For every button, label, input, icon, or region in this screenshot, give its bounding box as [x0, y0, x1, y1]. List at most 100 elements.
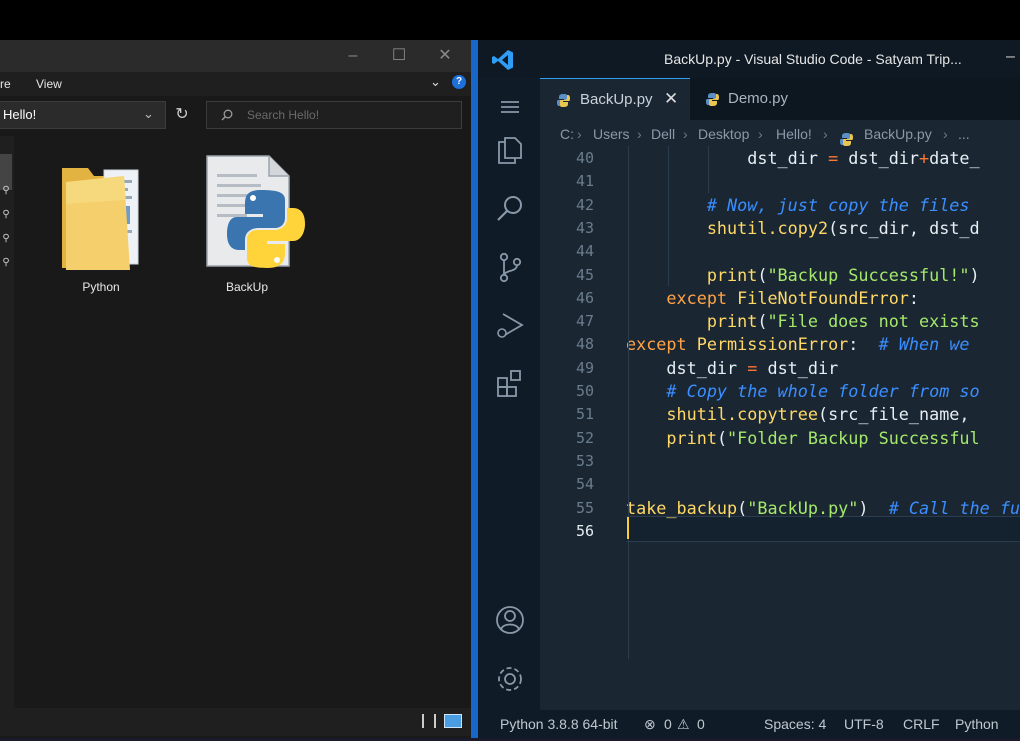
indent-guide	[668, 146, 669, 286]
large-icons-view-icon[interactable]	[444, 714, 462, 728]
chevron-right-icon: ›	[577, 126, 582, 142]
breadcrumb-item[interactable]: ...	[958, 120, 970, 148]
menu-icon[interactable]	[493, 90, 527, 124]
minimize-button[interactable]: –	[1006, 48, 1015, 66]
code-token: (src_dir, dst_d	[828, 217, 980, 238]
file-label: BackUp	[225, 280, 269, 294]
breadcrumb-item[interactable]: Hello!	[776, 120, 812, 148]
code-token: (	[757, 264, 768, 285]
search-icon[interactable]	[493, 192, 527, 226]
close-tab-icon[interactable]: ✕	[664, 78, 678, 120]
search-input[interactable]: Search Hello!	[206, 101, 462, 129]
warning-icon: ⚠	[677, 716, 690, 732]
explorer-address-row: Hello! ⌄ ↻ Search Hello!	[0, 96, 471, 136]
code-token: (src_file_name,	[817, 404, 970, 425]
status-interpreter[interactable]: Python 3.8.8 64-bit	[500, 710, 618, 738]
line-number: 55	[575, 498, 594, 517]
code-line[interactable]: except PermissionError: # When we	[626, 333, 970, 356]
activity-bar	[478, 78, 540, 710]
status-warnings[interactable]: 0	[697, 710, 705, 738]
code-line[interactable]: shutil.copytree(src_file_name,	[626, 403, 970, 426]
details-view-icon[interactable]	[422, 714, 436, 728]
code-token: dst_dir	[626, 357, 748, 378]
account-icon[interactable]	[493, 603, 527, 637]
chevron-right-icon: ›	[823, 126, 828, 142]
extensions-icon[interactable]	[493, 366, 527, 400]
minimize-button[interactable]: –	[330, 40, 376, 72]
python-file-icon	[206, 155, 305, 268]
chevron-down-icon[interactable]: ⌄	[430, 74, 441, 90]
tab-label: BackUp.py	[580, 91, 653, 108]
file-item-backup-py[interactable]: BackUp	[197, 155, 305, 296]
code-line[interactable]: take_backup("BackUp.py") # Call the fu	[626, 497, 1020, 520]
line-number: 56	[575, 521, 594, 540]
code-line[interactable]: dst_dir = dst_dir	[626, 357, 838, 380]
search-placeholder: Search Hello!	[247, 108, 320, 122]
navigation-pane: ⚲ ⚲ ⚲ ⚲	[0, 136, 14, 710]
explorer-files-icon[interactable]	[493, 132, 527, 166]
code-line[interactable]: except FileNotFoundError:	[626, 287, 919, 310]
breadcrumb: C: › Users › Dell › Desktop › Hello! › B…	[540, 120, 1020, 148]
search-icon	[221, 109, 233, 121]
status-bar: Python 3.8.8 64-bit ⊗ 0 ⚠ 0 Spaces: 4 UT…	[478, 710, 1020, 738]
line-number: 44	[575, 242, 594, 261]
code-line[interactable]: # Copy the whole folder from so	[626, 380, 979, 403]
code-token: dst_dir	[757, 357, 839, 378]
code-line[interactable]: # Now, just copy the files	[626, 194, 970, 217]
status-encoding[interactable]: UTF-8	[844, 710, 884, 738]
status-errors[interactable]: 0	[664, 710, 672, 738]
code-line[interactable]: print("Folder Backup Successful	[626, 427, 980, 450]
line-number: 43	[575, 218, 594, 237]
window-title: BackUp.py - Visual Studio Code - Satyam …	[664, 51, 962, 67]
status-language[interactable]: Python	[955, 710, 999, 738]
maximize-button[interactable]: ☐	[376, 40, 422, 72]
close-button[interactable]: ✕	[422, 40, 468, 72]
tab-backup-py[interactable]: BackUp.py ✕	[540, 78, 690, 121]
breadcrumb-item[interactable]: BackUp.py	[864, 120, 932, 148]
explorer-status-bar	[0, 708, 471, 736]
run-debug-icon[interactable]	[493, 308, 527, 342]
address-text: Hello!	[3, 107, 37, 122]
code-line[interactable]: print("Backup Successful!")	[626, 264, 980, 287]
python-icon	[557, 94, 570, 107]
vscode-title-bar: BackUp.py - Visual Studio Code - Satyam …	[478, 40, 1020, 78]
ribbon-tab-share[interactable]: re	[0, 77, 11, 91]
code-token: print	[626, 427, 717, 448]
breadcrumb-item[interactable]: Dell	[651, 120, 675, 148]
breadcrumb-item[interactable]: Desktop	[698, 120, 749, 148]
source-control-icon[interactable]	[493, 250, 527, 284]
code-token: "Folder Backup Successful	[727, 427, 980, 448]
address-dropdown-icon[interactable]: ⌄	[143, 101, 154, 127]
settings-gear-icon[interactable]	[493, 662, 527, 696]
line-number: 51	[575, 405, 594, 424]
code-line[interactable]: print("File does not exists	[626, 310, 980, 333]
address-bar[interactable]: Hello! ⌄	[0, 101, 166, 129]
tab-demo-py[interactable]: Demo.py	[690, 78, 810, 120]
code-token: (	[716, 427, 728, 448]
line-number: 40	[575, 149, 594, 167]
code-token: except	[626, 287, 738, 308]
code-line[interactable]: shutil.copy2(src_dir, dst_d	[626, 217, 980, 240]
vscode-logo-icon	[492, 50, 513, 70]
breadcrumb-item[interactable]: Users	[593, 120, 630, 148]
code-token: "BackUp.py"	[747, 497, 859, 518]
code-line[interactable]: dst_dir = dst_dir+date_	[626, 147, 979, 170]
code-token: )	[858, 497, 889, 518]
refresh-icon[interactable]: ↻	[168, 101, 196, 129]
line-number: 49	[575, 358, 594, 377]
code-token: "File does not exists	[767, 311, 980, 332]
code-token: (	[737, 497, 748, 518]
ribbon-tab-view[interactable]: View	[36, 77, 62, 91]
help-icon[interactable]: ?	[452, 75, 466, 89]
code-token: dst_dir	[626, 148, 829, 168]
code-token: dst_dir	[838, 148, 920, 168]
file-item-python-folder[interactable]: Python	[51, 156, 151, 296]
code-editor[interactable]: 40 41 42 43 44 45 46 47 48 49 50 51 52 53 54 55 56 dst_d…	[540, 146, 1020, 710]
status-eol[interactable]: CRLF	[903, 710, 940, 738]
current-line-highlight	[626, 516, 1020, 542]
code-token: :	[848, 334, 879, 355]
breadcrumb-item[interactable]: C:	[560, 120, 574, 148]
line-number: 52	[575, 428, 594, 447]
code-token: # Call the fu	[888, 497, 1020, 518]
status-spaces[interactable]: Spaces: 4	[764, 710, 826, 738]
